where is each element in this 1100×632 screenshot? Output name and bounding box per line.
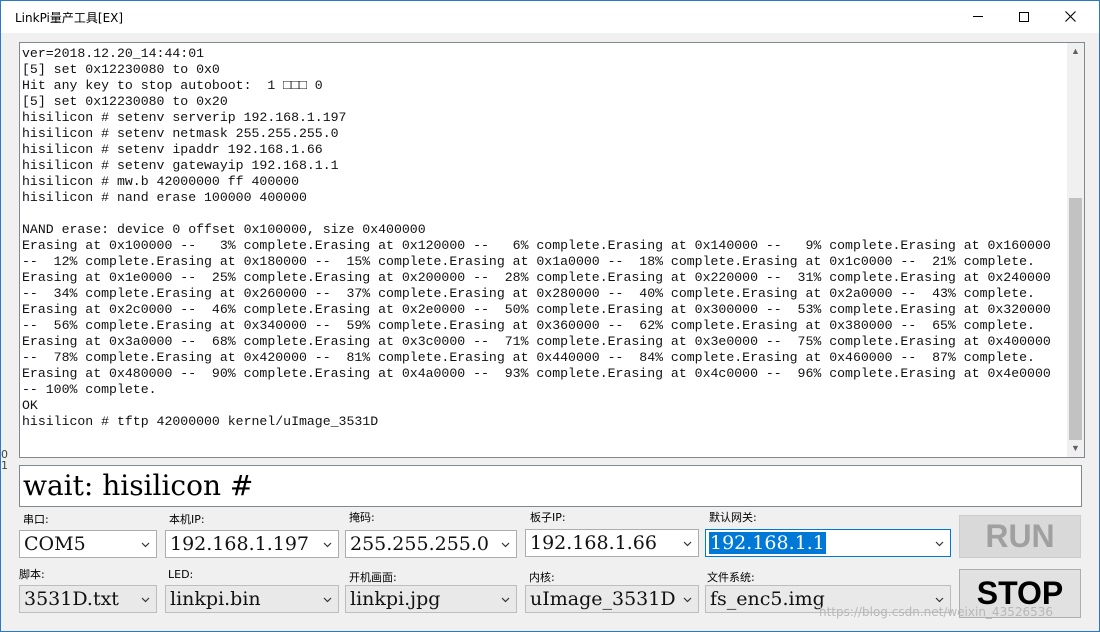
board-ip-label: 板子IP: <box>530 511 566 524</box>
edge-marks: 0 1 <box>1 448 8 472</box>
boot-image-label: 开机画面: <box>349 571 397 584</box>
local-ip-select[interactable]: 192.168.1.197 <box>165 530 339 558</box>
maximize-button[interactable] <box>1001 1 1047 32</box>
console-line: hisilicon # setenv ipaddr 192.168.1.66 <box>22 142 323 157</box>
led-value: linkpi.bin <box>170 588 261 610</box>
chevron-down-icon <box>323 542 332 548</box>
local-ip-label: 本机IP: <box>169 513 205 526</box>
kernel-value: uImage_3531D <box>530 588 676 610</box>
console-line: hisilicon # mw.b 42000000 ff 400000 <box>22 174 299 189</box>
console-line: ver=2018.12.20_14:44:01 <box>22 46 205 61</box>
console-line: -- 100% complete. <box>22 382 157 397</box>
minimize-button[interactable] <box>955 1 1001 32</box>
run-button[interactable]: RUN <box>959 515 1081 558</box>
console-text: ver=2018.12.20_14:44:01 [5] set 0x1223008… <box>22 46 1066 430</box>
console-line: -- 34% complete.Erasing at 0x260000 -- 3… <box>22 286 1035 301</box>
filesystem-value: fs_enc5.img <box>710 588 825 610</box>
app-window: LinkPi量产工具[EX] ver=2018.12.20_14:44:01 [5… <box>0 0 1100 632</box>
maximize-icon <box>1019 11 1029 22</box>
console-line: hisilicon # setenv gatewayip 192.168.1.1 <box>22 158 339 173</box>
console-line: -- 78% complete.Erasing at 0x420000 -- 8… <box>22 350 1035 365</box>
netmask-label: 掩码: <box>349 511 375 524</box>
led-label: LED: <box>168 568 194 581</box>
window-title: LinkPi量产工具[EX] <box>15 11 124 25</box>
watermark: https://blog.csdn.net/weixin_43526536 <box>819 605 1054 619</box>
console-line: Erasing at 0x1e0000 -- 25% complete.Eras… <box>22 270 1051 285</box>
chevron-down-icon <box>683 597 692 603</box>
kernel-label: 内核: <box>529 571 555 584</box>
title-bar: LinkPi量产工具[EX] <box>1 1 1099 33</box>
board-ip-value: 192.168.1.66 <box>530 532 657 554</box>
netmask-select[interactable]: 255.255.255.0 <box>345 530 517 558</box>
kernel-select[interactable]: uImage_3531D <box>525 585 699 613</box>
console-line: -- 56% complete.Erasing at 0x340000 -- 5… <box>22 318 1035 333</box>
boot-image-value: linkpi.jpg <box>350 588 441 610</box>
gateway-value: 192.168.1.1 <box>709 531 826 555</box>
board-ip-select[interactable]: 192.168.1.66 <box>525 529 699 557</box>
serial-port-label: 串口: <box>23 513 49 526</box>
chevron-down-icon <box>501 597 510 603</box>
boot-image-select[interactable]: linkpi.jpg <box>345 585 517 613</box>
console-line: Erasing at 0x100000 -- 3% complete.Erasi… <box>22 238 1051 253</box>
netmask-value: 255.255.255.0 <box>350 533 490 555</box>
close-button[interactable] <box>1047 1 1093 32</box>
gateway-label: 默认网关: <box>709 511 757 524</box>
console-line: Erasing at 0x2c0000 -- 46% complete.Eras… <box>22 302 1051 317</box>
status-display: wait: hisilicon # <box>19 465 1082 507</box>
local-ip-value: 192.168.1.197 <box>170 533 310 555</box>
scroll-down-arrow-icon[interactable]: ▼ <box>1067 440 1084 457</box>
console-line: NAND erase: device 0 offset 0x100000, si… <box>22 222 426 237</box>
close-icon <box>1064 11 1076 22</box>
filesystem-label: 文件系统: <box>707 571 755 584</box>
script-label: 脚本: <box>19 568 45 581</box>
console-line: hisilicon # setenv netmask 255.255.255.0 <box>22 126 339 141</box>
serial-port-select[interactable]: COM5 <box>19 530 157 558</box>
chevron-down-icon <box>935 597 944 603</box>
console-line: [5] set 0x12230080 to 0x0 <box>22 62 220 77</box>
chevron-down-icon <box>141 542 150 548</box>
console-line: Hit any key to stop autoboot: 1 □□□ 0 <box>22 78 323 93</box>
serial-port-value: COM5 <box>24 533 86 555</box>
gateway-select[interactable]: 192.168.1.1 <box>705 529 951 557</box>
chevron-down-icon <box>683 541 692 547</box>
minimize-icon <box>973 16 983 17</box>
script-value: 3531D.txt <box>24 588 119 610</box>
console-line: Erasing at 0x480000 -- 90% complete.Eras… <box>22 366 1051 381</box>
console-line: [5] set 0x12230080 to 0x20 <box>22 94 228 109</box>
status-text: wait: hisilicon # <box>23 469 254 502</box>
led-select[interactable]: linkpi.bin <box>165 585 339 613</box>
console-line: Erasing at 0x3a0000 -- 68% complete.Eras… <box>22 334 1051 349</box>
gateway-selected-text: 192.168.1.1 <box>709 532 826 554</box>
chevron-down-icon <box>935 541 944 547</box>
console-scrollbar[interactable]: ▲ ▼ <box>1067 43 1084 457</box>
scrollbar-thumb[interactable] <box>1069 198 1082 440</box>
chevron-down-icon <box>501 542 510 548</box>
console-line: hisilicon # nand erase 100000 400000 <box>22 190 307 205</box>
script-select[interactable]: 3531D.txt <box>19 585 157 613</box>
console-line: hisilicon # setenv serverip 192.168.1.19… <box>22 110 347 125</box>
console-line: hisilicon # tftp 42000000 kernel/uImage_… <box>22 414 379 429</box>
chevron-down-icon <box>141 597 150 603</box>
console-log[interactable]: ver=2018.12.20_14:44:01 [5] set 0x1223008… <box>19 42 1085 458</box>
chevron-down-icon <box>323 597 332 603</box>
console-line: -- 12% complete.Erasing at 0x180000 -- 1… <box>22 254 1035 269</box>
console-line: OK <box>22 398 38 413</box>
scroll-up-arrow-icon[interactable]: ▲ <box>1067 43 1084 60</box>
